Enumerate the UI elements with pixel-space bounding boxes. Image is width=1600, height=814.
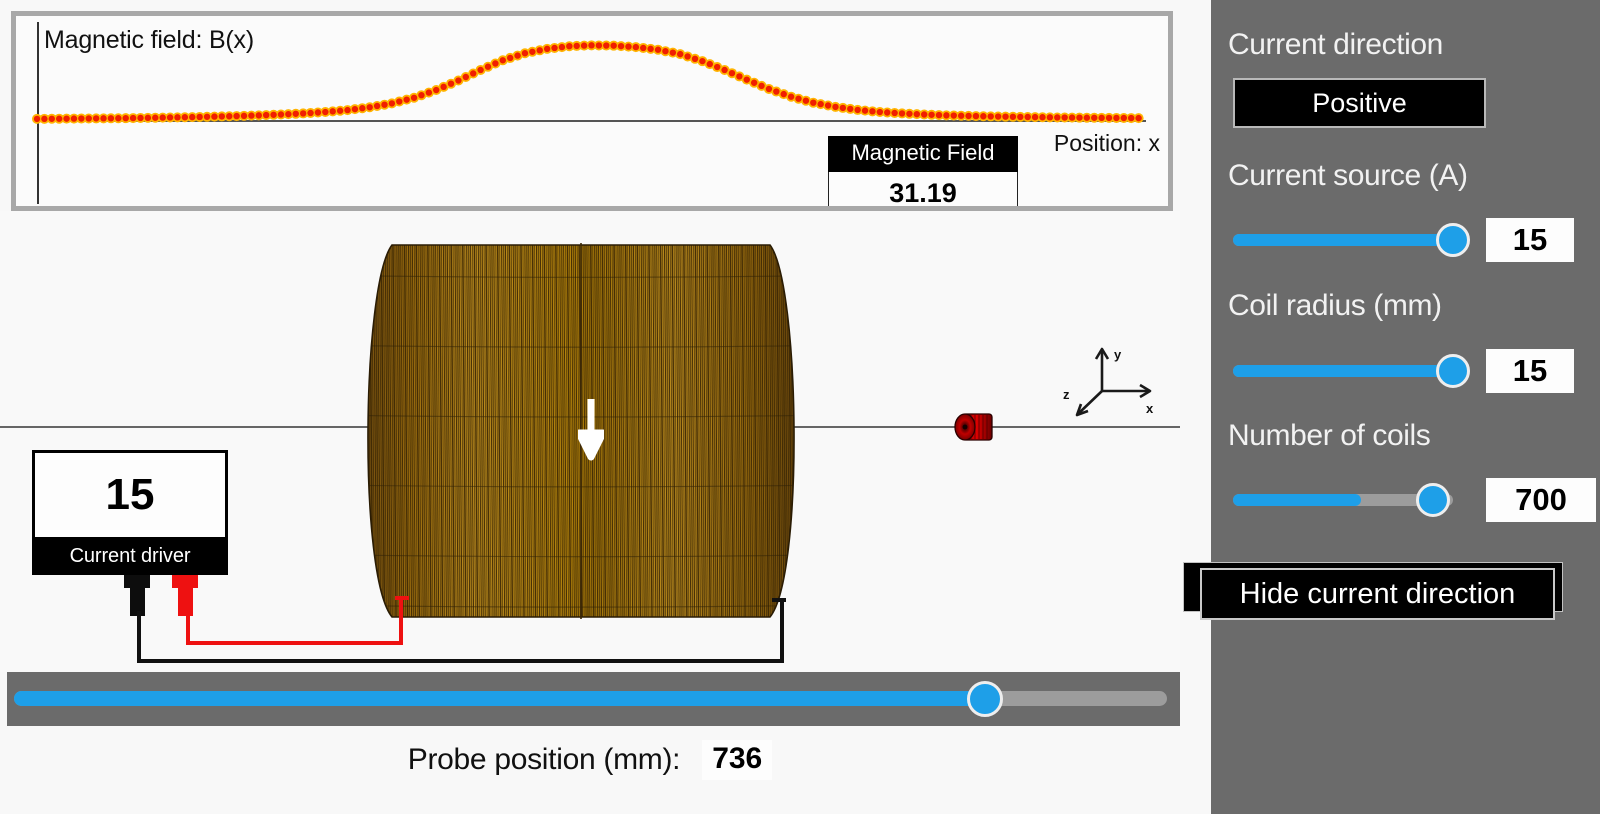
coil-radius-label: Coil radius (mm) xyxy=(1228,289,1442,322)
simulation-stage: y x z 15 Current driver xyxy=(0,211,1180,672)
simulation-app: Magnetic field: B(x) Position: x Magneti… xyxy=(0,0,1600,814)
probe-position-readout: Probe position (mm): 736 xyxy=(0,730,1180,790)
negative-terminal-cap xyxy=(124,575,150,588)
probe-position-thumb[interactable] xyxy=(967,681,1004,717)
field-direction-arrow-icon xyxy=(578,399,604,461)
positive-terminal-cap xyxy=(172,575,198,588)
magnetic-field-readout-label: Magnetic Field xyxy=(828,136,1018,172)
positive-terminal[interactable] xyxy=(172,575,198,616)
number-of-coils-thumb[interactable] xyxy=(1416,483,1451,517)
plot-title: Magnetic field: B(x) xyxy=(44,26,254,54)
probe-position-label: Probe position (mm): xyxy=(407,743,681,776)
probe-position-fill xyxy=(14,691,976,706)
axis-label-y: y xyxy=(1114,347,1122,362)
magnetic-field-readout: Magnetic Field 31.19 xyxy=(828,136,1018,206)
current-source-value: 15 xyxy=(1486,218,1574,262)
number-of-coils-slider-row: 700 xyxy=(1211,478,1600,522)
current-source-track[interactable] xyxy=(1233,234,1453,246)
axis-label-x: x xyxy=(1146,401,1154,416)
positive-terminal-stem xyxy=(177,588,193,616)
probe-position-slider[interactable] xyxy=(7,672,1180,726)
current-direction-label: Current direction xyxy=(1228,28,1443,61)
number-of-coils-label: Number of coils xyxy=(1228,419,1431,452)
coil-radius-thumb[interactable] xyxy=(1436,354,1470,388)
magnetic-field-readout-value: 31.19 xyxy=(828,172,1018,206)
magnetic-probe[interactable] xyxy=(952,411,998,443)
plot-x-axis-label: Position: x xyxy=(1053,130,1160,156)
coil-radius-fill xyxy=(1233,365,1453,377)
magnetic-field-plot-panel: Magnetic field: B(x) Position: x Magneti… xyxy=(11,11,1173,211)
current-driver-box: 15 Current driver xyxy=(32,450,228,616)
number-of-coils-fill xyxy=(1233,494,1361,506)
negative-terminal[interactable] xyxy=(124,575,150,616)
axis-triad-indicator: y x z xyxy=(1063,347,1154,417)
current-source-thumb[interactable] xyxy=(1436,223,1470,257)
coil-radius-track[interactable] xyxy=(1233,365,1453,377)
hide-current-direction-button[interactable]: Hide current direction xyxy=(1200,568,1555,620)
negative-terminal-stem xyxy=(129,588,145,616)
current-driver-label: Current driver xyxy=(32,540,228,575)
plot-inner: Magnetic field: B(x) Position: x Magneti… xyxy=(16,16,1168,206)
current-source-label: Current source (A) xyxy=(1228,159,1468,192)
controls-sidebar: Current direction Positive Current sourc… xyxy=(1183,0,1600,814)
current-driver-value: 15 xyxy=(32,450,228,540)
current-direction-toggle-button[interactable]: Positive xyxy=(1233,78,1486,128)
current-source-slider-row: 15 xyxy=(1211,218,1600,262)
coil-radius-value: 15 xyxy=(1486,349,1574,393)
current-source-fill xyxy=(1233,234,1453,246)
coil-radius-slider-row: 15 xyxy=(1211,349,1600,393)
axis-label-z: z xyxy=(1063,387,1070,402)
number-of-coils-value: 700 xyxy=(1486,478,1596,522)
probe-position-value: 736 xyxy=(702,740,773,780)
